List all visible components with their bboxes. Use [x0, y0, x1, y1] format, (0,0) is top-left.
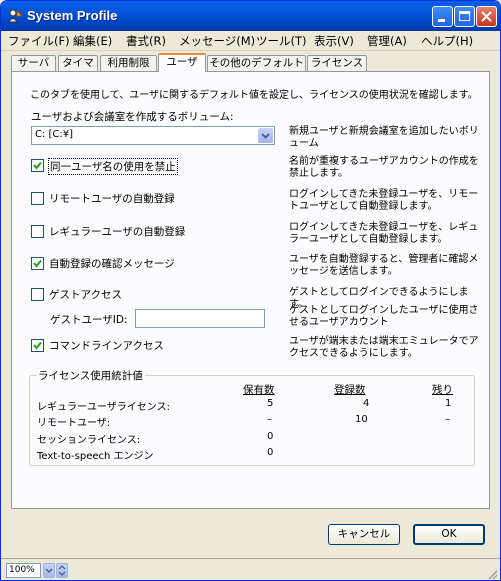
check-icon: [33, 341, 42, 350]
menu-edit[interactable]: 編集(E): [73, 33, 112, 49]
menu-view[interactable]: 表示(V): [314, 33, 354, 49]
tab-timer[interactable]: タイマ: [58, 55, 98, 71]
volume-label: ユーザおよび会議室を作成するボリューム:: [31, 111, 234, 123]
checkbox-guest-access[interactable]: [31, 288, 44, 301]
chevron-down-icon: [261, 133, 270, 139]
chevron-down-icon: [45, 568, 53, 574]
menu-tools[interactable]: ツール(T): [256, 33, 307, 49]
desc-auto-register-regular: ログインしてきた未登録ユーザを、レギュラーユーザとして自動登録します。: [289, 222, 479, 245]
guest-userid-label: ゲストユーザID:: [50, 314, 128, 326]
desc-command-line-access: ユーザが端末または端末エミュレータでアクセスできるようにします。: [289, 336, 479, 359]
row-remote-name: リモートユーザ:: [37, 418, 111, 429]
row-session-held: 0: [267, 431, 274, 442]
desc-no-duplicate-names: 名前が重複するユーザアカウントの作成を禁止します。: [289, 156, 479, 179]
maximize-button[interactable]: [454, 6, 475, 27]
zoom-dropdown-button[interactable]: [43, 563, 55, 578]
volume-select[interactable]: C: [C:¥]: [31, 126, 275, 145]
zoom-spin-button[interactable]: [56, 563, 68, 578]
license-group-title: ライセンス使用統計値: [36, 368, 145, 383]
label-guest-access[interactable]: ゲストアクセス: [49, 287, 122, 302]
tab-usage-limits[interactable]: 利用制限: [100, 55, 157, 71]
menu-help[interactable]: ヘルプ(H): [421, 33, 473, 49]
label-no-duplicate-names[interactable]: 同一ユーザ名の使用を禁止: [48, 158, 178, 175]
tab-other-defaults[interactable]: その他のデフォルト: [207, 55, 306, 71]
label-auto-register-regular[interactable]: レギュラーユーザの自動登録: [49, 224, 185, 239]
zoom-field[interactable]: 100%: [6, 563, 41, 578]
spin-arrows-icon: [58, 565, 66, 576]
tab-user[interactable]: ユーザ: [158, 53, 206, 72]
desc-auto-register-remote: ログインしてきた未登録ユーザを、リモートユーザとして自動登録します。: [289, 189, 479, 212]
col-held: 保有数: [243, 384, 275, 396]
app-window: System Profile ファイル(F) 編集(E) 書式(R) メッセージ…: [0, 0, 501, 581]
label-auto-register-remote[interactable]: リモートユーザの自動登録: [49, 191, 175, 206]
col-remaining: 残り: [432, 384, 453, 396]
app-icon: [8, 9, 23, 23]
row-tts-held: 0: [267, 447, 274, 458]
row-remote-remaining: –: [445, 414, 450, 425]
menu-bar: ファイル(F) 編集(E) 書式(R) メッセージ(M) ツール(T) 表示(V…: [1, 31, 500, 51]
menu-file[interactable]: ファイル(F): [8, 33, 70, 49]
window-title: System Profile: [27, 8, 118, 23]
label-command-line-access[interactable]: コマンドラインアクセス: [49, 338, 164, 353]
resize-grip-icon[interactable]: [486, 568, 498, 580]
dropdown-button[interactable]: [258, 128, 273, 143]
row-tts-name: Text-to-speech エンジン: [37, 451, 154, 462]
row-regular-remaining: 1: [445, 398, 452, 409]
maximize-icon: [459, 11, 470, 21]
row-session-name: セッションライセンス:: [37, 435, 141, 446]
close-button[interactable]: [476, 6, 497, 27]
desc-auto-register-confirm: ユーザを自動登録すると、管理者に確認メッセージを送信します。: [289, 254, 479, 277]
label-auto-register-confirm[interactable]: 自動登録の確認メッセージ: [49, 256, 175, 271]
col-registered: 登録数: [334, 384, 366, 396]
title-bar[interactable]: System Profile: [1, 1, 500, 31]
tab-license[interactable]: ライセンス: [307, 55, 367, 71]
status-bar: 100%: [1, 558, 500, 580]
tab-panel-user: このタブを使用して、ユーザに関するデフォルト値を設定し、ライセンスの使用状況を確…: [11, 71, 490, 509]
checkbox-command-line-access[interactable]: [31, 339, 44, 352]
checkbox-auto-register-remote[interactable]: [31, 192, 44, 205]
menu-message[interactable]: メッセージ(M): [179, 33, 255, 49]
volume-value: C: [C:¥]: [35, 129, 74, 140]
menu-admin[interactable]: 管理(A): [367, 33, 407, 49]
minimize-button[interactable]: [432, 6, 453, 27]
desc-guest-userid: ゲストとしてログインしたユーザに使用させるユーザアカウント: [289, 305, 479, 328]
menu-format[interactable]: 書式(R): [126, 33, 166, 49]
intro-text: このタブを使用して、ユーザに関するデフォルト値を設定し、ライセンスの使用状況を確…: [30, 90, 478, 101]
row-regular-registered: 4: [363, 398, 370, 409]
ok-button[interactable]: OK: [413, 524, 485, 545]
checkbox-auto-register-confirm[interactable]: [31, 257, 44, 270]
checkbox-auto-register-regular[interactable]: [31, 225, 44, 238]
checkbox-no-duplicate-names[interactable]: [31, 159, 44, 172]
close-icon: [481, 11, 492, 22]
minimize-icon: [438, 19, 445, 22]
row-regular-name: レギュラーユーザライセンス:: [37, 402, 170, 413]
tab-server[interactable]: サーバ: [11, 55, 56, 71]
row-regular-held: 5: [267, 398, 274, 409]
check-icon: [33, 259, 42, 268]
volume-desc: 新規ユーザと新規会議室を追加したいボリューム: [289, 126, 479, 149]
guest-userid-input[interactable]: [135, 309, 265, 328]
row-remote-held: –: [267, 414, 272, 425]
cancel-button[interactable]: キャンセル: [328, 524, 400, 545]
check-icon: [33, 161, 42, 170]
row-remote-registered: 10: [355, 414, 368, 425]
